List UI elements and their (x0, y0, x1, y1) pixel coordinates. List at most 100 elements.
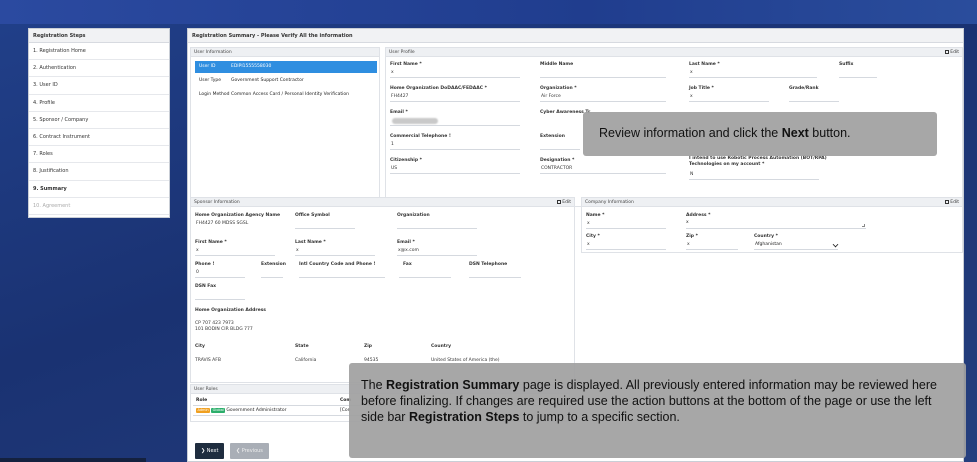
tutorial-callout-next: Review information and click the Next bu… (583, 112, 937, 156)
company-information-title: Company Information Edit (582, 198, 962, 207)
sidebar-item-authentication[interactable]: 2. Authentication (29, 60, 169, 78)
intl-phone-value (299, 268, 385, 278)
home-org-value: FH4427 (390, 92, 520, 102)
role-column-header: Role (193, 396, 337, 406)
sponsor-phone-label: Phone ! (195, 262, 215, 267)
user-information-title: User Information (191, 48, 379, 57)
company-name-label: Name * (586, 213, 605, 218)
designation-label: Designation * (540, 158, 575, 163)
sidebar-item-summary[interactable]: 9. Summary (29, 181, 169, 198)
sponsor-state-value: California (295, 358, 317, 363)
login-method-row: Login Method Common Access Card / Person… (195, 89, 377, 101)
dsn-fax-value (195, 290, 245, 300)
sidebar-item-contract-instrument[interactable]: 6. Contract Instrument (29, 129, 169, 147)
sponsor-state-label: State (295, 344, 309, 349)
user-id-value: EDIPI1555558030 (231, 64, 272, 69)
user-id-key: User ID (199, 64, 216, 69)
role-cell: Admin Global Government Administrator (193, 405, 337, 416)
office-symbol-value (295, 219, 355, 229)
phone-value: 1 (390, 140, 520, 150)
rpa-label-line2: Technologies on my account * (689, 162, 765, 167)
callout-top-text1: Review information and click the (599, 126, 782, 140)
phone-label: Commercial Telephone ! (390, 134, 451, 139)
rpa-value: N (689, 170, 819, 180)
home-org-label: Home Organization DoDAAC/FEDAAC * (390, 86, 487, 91)
agency-value: FH4427 60 MDSS SGSL (196, 221, 249, 226)
login-method-key: Login Method (199, 92, 230, 97)
page-title: Registration Summary - Please Verify All… (188, 29, 963, 43)
fax-value (399, 268, 451, 278)
previous-button[interactable]: ❮ Previous (230, 443, 269, 459)
sidebar-item-registration-home[interactable]: 1. Registration Home (29, 43, 169, 61)
resize-handle-icon (862, 224, 865, 227)
sponsor-city-value: TRAVIS AFB (195, 358, 221, 363)
first-name-value: x (390, 68, 520, 78)
sponsor-first-name-label: First Name * (195, 240, 227, 245)
sponsor-last-name-value: x (295, 246, 375, 256)
login-method-value: Common Access Card / Personal Identity V… (231, 92, 349, 97)
company-zip-label: Zip * (686, 234, 698, 239)
organization-value: Air Force (540, 92, 666, 102)
callout-bottom-text3: to jump to a specific section. (519, 410, 680, 424)
sponsor-city-label: City (195, 344, 205, 349)
callout-bottom-bold1: Registration Summary (386, 378, 520, 392)
middle-name-value (540, 68, 666, 78)
agency-label: Home Organization Agency Name (195, 213, 281, 218)
chevron-down-icon (832, 241, 839, 248)
company-country-label: Country * (754, 234, 779, 239)
edit-label: Edit (950, 50, 959, 55)
last-name-label: Last Name * (689, 62, 720, 67)
sidebar-title: Registration Steps (29, 29, 169, 43)
grade-value (789, 92, 839, 102)
dsn-telephone-value (469, 268, 521, 278)
company-address-value: x (686, 219, 866, 229)
suffix-label: Suffix (839, 62, 854, 67)
user-profile-title-text: User Profile (389, 50, 415, 55)
company-edit-button[interactable]: Edit (945, 198, 959, 207)
edit-label: Edit (562, 200, 571, 205)
sponsor-country-label: Country (431, 344, 452, 349)
role-name: Government Administrator (226, 408, 287, 413)
sidebar-item-roles[interactable]: 7. Roles (29, 146, 169, 164)
registration-steps-sidebar: Registration Steps 1. Registration Home … (28, 28, 170, 218)
grade-label: Grade/Rank (789, 86, 819, 91)
sponsor-last-name-label: Last Name * (295, 240, 326, 245)
company-city-label: City * (586, 234, 600, 239)
company-country-select[interactable]: Afghanistan (754, 240, 839, 250)
job-title-value: x (689, 92, 769, 102)
office-symbol-label: Office Symbol (295, 213, 330, 218)
middle-name-label: Middle Name (540, 62, 574, 67)
user-type-value: Government Support Contractor (231, 78, 304, 83)
sponsor-zip-label: Zip (364, 344, 373, 349)
extension-label: Extension (540, 134, 565, 139)
edit-icon (557, 199, 562, 204)
sidebar-item-user-id[interactable]: 3. User ID (29, 77, 169, 95)
user-id-row: User ID EDIPI1555558030 (195, 61, 377, 73)
sponsor-email-label: Email * (397, 240, 415, 245)
sponsor-org-label: Organization (397, 213, 430, 218)
next-button[interactable]: ❯ Next (195, 443, 225, 459)
edit-icon (945, 199, 950, 204)
intl-phone-label: Intl Country Code and Phone ! (299, 262, 376, 267)
user-profile-title: User Profile Edit (386, 48, 962, 57)
sponsor-edit-button[interactable]: Edit (557, 198, 571, 207)
user-profile-edit-button[interactable]: Edit (945, 48, 959, 57)
sidebar-item-sponsor-company[interactable]: 5. Sponsor / Company (29, 112, 169, 129)
sponsor-first-name-value: x (195, 246, 275, 256)
global-badge: Global (211, 408, 226, 413)
callout-top-bold: Next (781, 126, 809, 140)
first-name-label: First Name * (390, 62, 422, 67)
sidebar-item-justification[interactable]: 8. Justification (29, 163, 169, 181)
sponsor-org-value (397, 219, 477, 229)
company-country-value: Afghanistan (755, 242, 782, 247)
previous-label: Previous (241, 448, 263, 454)
company-address-label: Address * (686, 213, 711, 218)
sidebar-item-profile[interactable]: 4. Profile (29, 95, 169, 112)
home-org-address-label: Home Organization Address (195, 308, 266, 313)
sponsor-email-value: x@x.com (397, 246, 477, 256)
admin-badge: Admin (196, 408, 211, 413)
company-city-value: x (586, 240, 666, 250)
citizenship-value: US (390, 164, 520, 174)
sponsor-extension-value (261, 268, 283, 278)
last-name-value: x (689, 68, 817, 78)
